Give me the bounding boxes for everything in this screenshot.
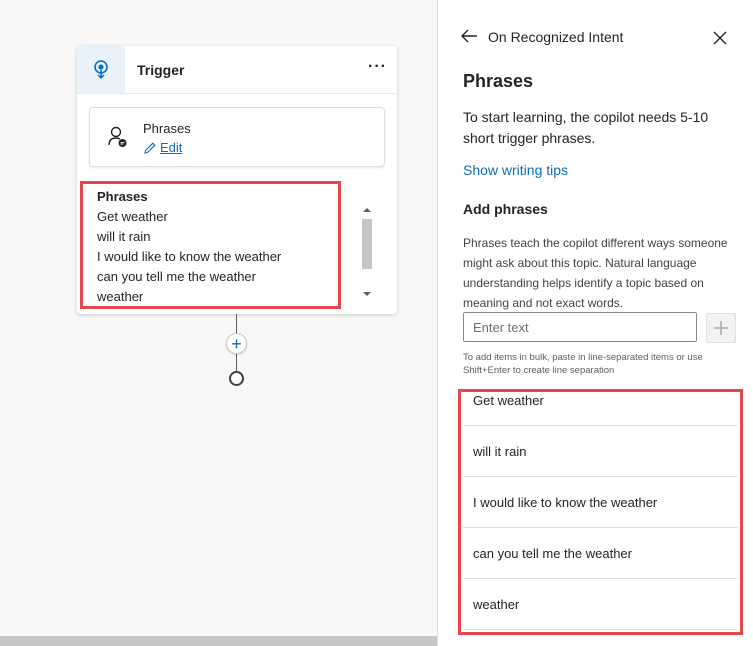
- phrases-scrollbar[interactable]: [360, 204, 374, 300]
- close-button[interactable]: [712, 30, 728, 51]
- panel-header-title: On Recognized Intent: [488, 29, 624, 45]
- panel-description: To start learning, the copilot needs 5-1…: [463, 109, 709, 146]
- more-options-button[interactable]: ···: [368, 58, 387, 76]
- scrollbar-thumb[interactable]: [362, 219, 372, 269]
- add-phrases-heading: Add phrases: [463, 201, 548, 217]
- add-phrases-help-text: Phrases teach the copilot different ways…: [463, 236, 728, 310]
- back-button[interactable]: [460, 28, 478, 49]
- edit-link-label: Edit: [160, 140, 183, 155]
- panel-title: Phrases: [463, 71, 534, 91]
- bulk-add-hint: To add items in bulk, paste in line-sepa…: [463, 352, 703, 376]
- end-node-circle: [229, 371, 244, 386]
- plus-icon: [714, 321, 728, 335]
- close-icon: [713, 31, 727, 45]
- person-chat-icon: [108, 126, 127, 147]
- phrases-card[interactable]: Phrases Edit: [89, 107, 385, 167]
- edit-link[interactable]: Edit: [143, 140, 182, 155]
- phrases-card-title: Phrases: [143, 121, 191, 136]
- scroll-down-arrow-icon[interactable]: [363, 292, 371, 296]
- highlight-box-canvas-phrases: [80, 181, 341, 309]
- canvas-bottom-scrollbar[interactable]: [0, 636, 437, 646]
- authoring-canvas: Trigger ··· Phrases Edit Phrases Get wea…: [0, 0, 437, 646]
- node-title: Trigger: [137, 62, 185, 78]
- trigger-icon: [77, 46, 125, 93]
- add-phrase-button[interactable]: [706, 313, 736, 343]
- trigger-node-header: Trigger ···: [77, 46, 397, 94]
- scroll-up-arrow-icon[interactable]: [363, 208, 371, 212]
- add-node-button[interactable]: +: [226, 333, 247, 354]
- show-writing-tips-link[interactable]: Show writing tips: [463, 162, 568, 178]
- highlight-box-panel-phrases: [458, 389, 743, 635]
- phrase-input[interactable]: [463, 312, 697, 342]
- pencil-icon: [144, 141, 156, 154]
- back-arrow-icon: [461, 29, 477, 43]
